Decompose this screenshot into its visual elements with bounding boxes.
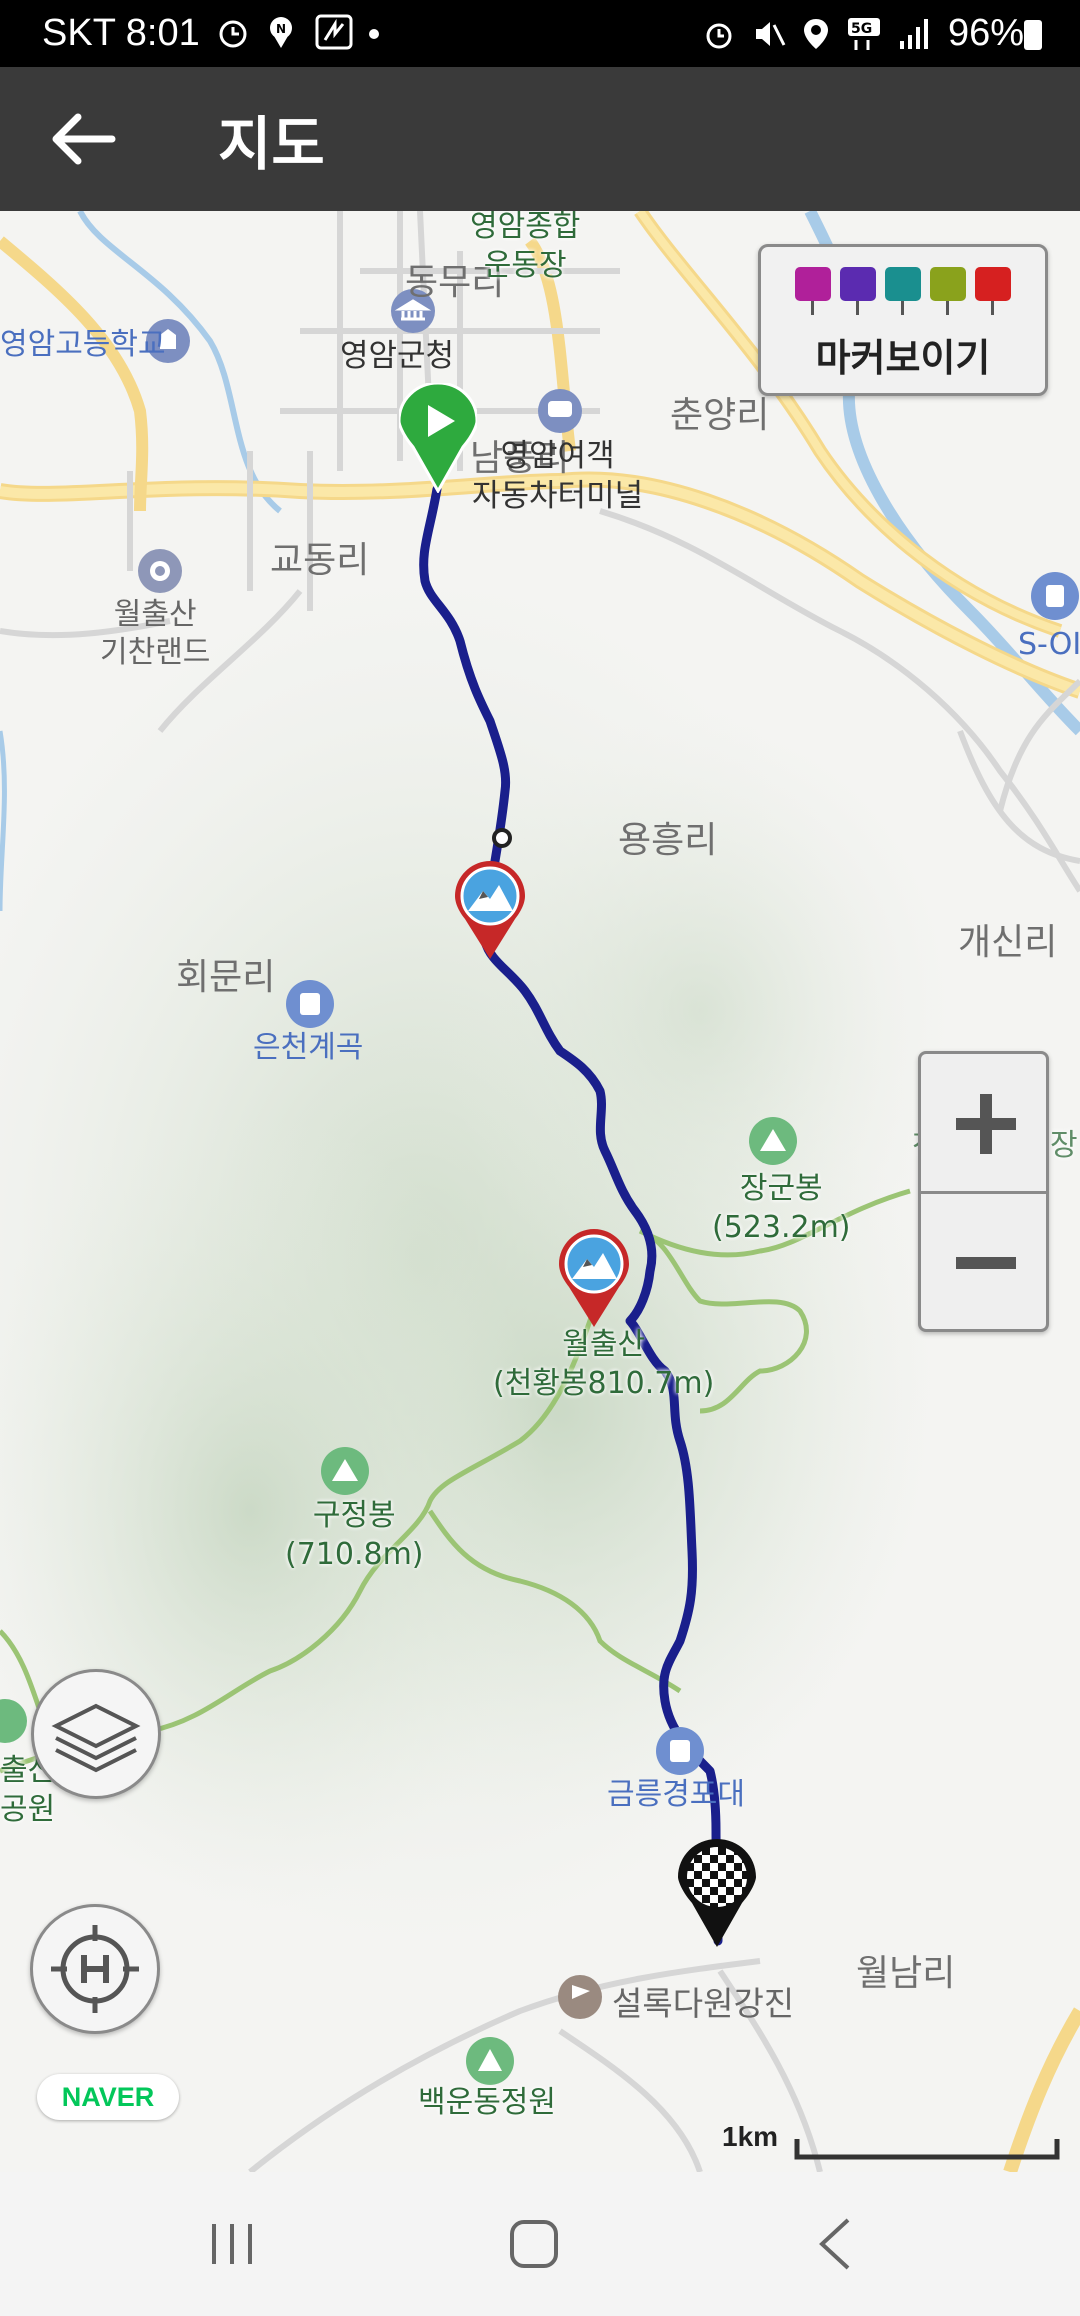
peak-janggun-height: (523.2m) xyxy=(712,1210,851,1245)
layers-icon xyxy=(51,1703,141,1773)
system-nav-bar xyxy=(0,2172,1080,2316)
marker-type-icons xyxy=(795,267,1011,315)
poi-eunchen-label: 은천계곡 xyxy=(253,1030,364,1065)
home-icon[interactable] xyxy=(494,2212,574,2276)
back-chevron-icon[interactable] xyxy=(796,2212,876,2276)
scale-bar: 1km xyxy=(722,2121,1062,2171)
zoom-control xyxy=(918,1051,1049,1332)
system-icons: 5G xyxy=(702,16,930,52)
mute-icon xyxy=(756,22,786,46)
poi-geumneung-label: 금릉경포대 xyxy=(607,1777,745,1812)
finish-flag-marker-icon[interactable] xyxy=(678,1839,756,1949)
location-icon xyxy=(804,19,828,49)
page-title: 지도 xyxy=(218,110,325,178)
waypoint-marker-icon[interactable] xyxy=(455,861,525,961)
peak-wolchul-label: 월출산 (천황봉810.7m) xyxy=(493,1325,714,1403)
poi-terminal-line1: 영암여객 xyxy=(500,438,615,474)
map-view[interactable]: 동무리 춘양리 교동리 용흥리 개신리 회문리 월남리 남풍리 영암종합 운동장 … xyxy=(0,211,1080,2172)
peak-wolchul-name: 월출산 xyxy=(562,1327,646,1362)
poi-terminal-line2: 자동차터미널 xyxy=(472,478,644,515)
peak-wolchul-height: (천황봉810.7m) xyxy=(493,1366,715,1401)
poi-stadium-label: 영암종합운동장 xyxy=(470,211,580,285)
poi-gas-label: S-OI xyxy=(1018,627,1080,662)
poi-stadium-line1: 영암종합 xyxy=(470,211,581,244)
clock-label: 8:01 xyxy=(125,12,200,54)
zoom-in-button[interactable] xyxy=(921,1054,1046,1194)
video-marker-icon xyxy=(840,267,876,315)
alarm-icon xyxy=(706,23,732,49)
signal-icon xyxy=(900,19,928,49)
battery-level: 96% xyxy=(947,12,1024,54)
map-layers-button[interactable] xyxy=(31,1669,161,1799)
poi-gichanland-label: 월출산 기찬랜드 xyxy=(100,596,210,671)
naver-map-notification-icon: N xyxy=(270,17,292,48)
battery-icon xyxy=(1024,20,1042,50)
minus-icon xyxy=(956,1257,1016,1269)
status-carrier-time: SKT 8:01 xyxy=(42,12,200,55)
plus-icon xyxy=(956,1094,1016,1154)
naver-logo: NAVER xyxy=(37,2074,179,2120)
area-label-gyodong: 교동리 xyxy=(270,540,370,581)
status-bar: SKT 8:01 N 5G 96% xyxy=(0,0,1080,67)
show-markers-label: 마커보이기 xyxy=(815,336,991,380)
area-label-wolnam: 월남리 xyxy=(856,1953,956,1994)
poi-seollok-label: 설록다원강진 xyxy=(612,1984,795,2023)
area-label-gaesin: 개신리 xyxy=(958,922,1058,963)
memo-marker-icon xyxy=(930,267,966,315)
app-notification-icon xyxy=(315,14,353,50)
peak-gujeong-label: 구정봉 (710.8m) xyxy=(285,1496,424,1574)
dot-icon xyxy=(369,29,379,39)
scale-line xyxy=(794,2139,1060,2160)
recenter-button[interactable] xyxy=(30,1904,160,2034)
poi-county-office-label: 영암군청 xyxy=(340,338,455,374)
app-bar: 지도 xyxy=(0,67,1080,211)
flag-marker-icon xyxy=(975,267,1011,315)
start-marker-icon[interactable] xyxy=(399,383,477,493)
peak-gujeong-name: 구정봉 xyxy=(312,1498,396,1533)
area-label-chunyang: 춘양리 xyxy=(670,395,770,436)
scale-label: 1km xyxy=(722,2121,779,2152)
camera-marker-icon xyxy=(795,267,831,315)
poi-stadium-line2: 운동장 xyxy=(483,248,567,283)
poi-terminal-label: 영암여객자동차터미널 xyxy=(472,436,643,517)
svg-text:5G: 5G xyxy=(851,21,872,37)
peak-janggun-label: 장군봉 (523.2m) xyxy=(712,1169,851,1247)
poi-baekun-label: 백운동정원 xyxy=(418,2085,556,2120)
arrow-left-icon[interactable] xyxy=(48,107,118,171)
peak-gujeong-height: (710.8m) xyxy=(285,1537,424,1572)
5g-icon: 5G xyxy=(848,18,880,50)
carrier-label: SKT xyxy=(42,12,116,54)
svg-text:N: N xyxy=(276,22,286,36)
poi-gichanland-line1: 월출산 xyxy=(113,597,197,632)
zoom-out-button[interactable] xyxy=(921,1194,1046,1329)
notification-icons: N xyxy=(215,14,381,50)
area-label-yongheung: 용흥리 xyxy=(618,820,718,861)
crosshair-h-icon xyxy=(51,1925,139,2013)
voice-marker-icon xyxy=(885,267,921,315)
poi-highschool-label: 영암고등학교 xyxy=(0,327,166,362)
poi-gichanland-line2: 기찬랜드 xyxy=(100,634,211,670)
peak-janggun-name: 장군봉 xyxy=(739,1171,823,1206)
show-markers-button[interactable]: 마커보이기 xyxy=(758,244,1048,396)
alarm-icon xyxy=(219,20,247,48)
recents-icon[interactable] xyxy=(192,2212,272,2276)
area-label-hoemun: 회문리 xyxy=(176,957,276,998)
summit-marker-icon[interactable] xyxy=(559,1229,629,1329)
